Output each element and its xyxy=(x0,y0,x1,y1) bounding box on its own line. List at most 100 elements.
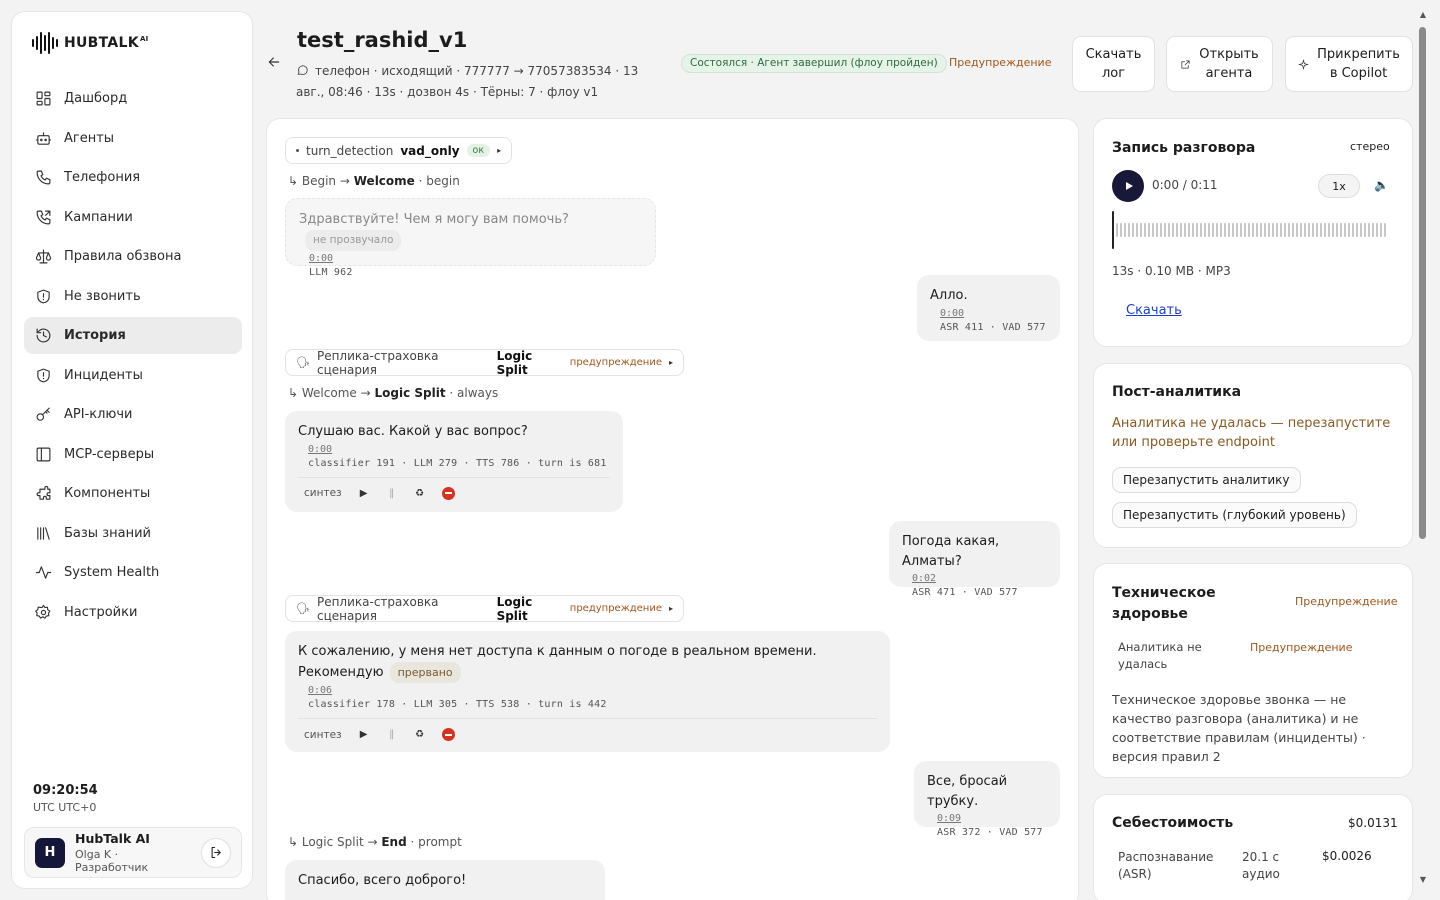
logout-button[interactable] xyxy=(201,837,231,868)
sidebar-item-history[interactable]: История xyxy=(24,317,242,354)
scroll-up-icon[interactable]: ▲ xyxy=(1418,10,1428,19)
waveform-bar xyxy=(1187,223,1190,237)
page-scrollbar[interactable]: ▲ ▼ xyxy=(1418,10,1428,890)
waveform-bar xyxy=(1287,223,1290,237)
message-timestamp[interactable]: 0:09 xyxy=(937,813,1047,824)
message-timestamp[interactable]: 0:02 xyxy=(912,573,1047,584)
message-timestamp[interactable]: 0:06 xyxy=(308,685,877,696)
waveform-bar xyxy=(1355,223,1358,237)
call-channel: телефон xyxy=(315,64,370,78)
waveform-bar xyxy=(1191,223,1194,237)
waveform-bar xyxy=(1235,223,1238,237)
attach-copilot-button[interactable]: Прикрепить в Copilot xyxy=(1285,36,1413,92)
sidebar-item-components[interactable]: Компоненты xyxy=(24,475,242,512)
logo[interactable]: HUBTALKAI xyxy=(32,32,149,54)
restart-analytics-button[interactable]: Перезапустить аналитику xyxy=(1112,467,1301,493)
restart-deep-analytics-button[interactable]: Перезапустить (глубокий уровень) xyxy=(1112,502,1357,528)
waveform-bar xyxy=(1179,223,1182,237)
message-text: Слушаю вас. Какой у вас вопрос? xyxy=(298,424,528,439)
open-agent-button[interactable]: Открыть агента xyxy=(1166,36,1273,92)
sidebar-item-agents[interactable]: Агенты xyxy=(24,120,242,157)
avatar: H xyxy=(35,837,65,868)
sidebar-item-dashboard[interactable]: Дашборд xyxy=(24,80,242,117)
waveform-bar xyxy=(1139,223,1142,237)
logic-split-row[interactable]: 🗣 Реплика-страховка сценария Logic Split… xyxy=(285,594,684,623)
sidebar-item-label: Кампании xyxy=(64,209,133,225)
shield-icon xyxy=(34,287,52,305)
turn-detection-value: vad_only xyxy=(400,143,460,158)
waveform-bar xyxy=(1379,223,1382,237)
back-button[interactable] xyxy=(266,54,284,72)
download-log-button[interactable]: Скачать лог xyxy=(1072,36,1155,92)
volume-icon[interactable]: 🔈 xyxy=(1374,178,1389,192)
waveform-bar xyxy=(1171,223,1174,237)
play-icon[interactable]: ▶ xyxy=(358,487,370,499)
activity-icon xyxy=(34,564,52,582)
waveform-bar xyxy=(1371,223,1374,237)
stop-icon[interactable] xyxy=(441,728,455,741)
turn-detection-row[interactable]: turn_detection vad_only ок ▸ xyxy=(285,137,513,164)
waveform-bar xyxy=(1299,223,1302,237)
bot-message: К сожалению, у меня нет доступа к данным… xyxy=(285,631,890,752)
warning-link[interactable]: Предупреждение xyxy=(949,56,1051,69)
sidebar-item-campaigns[interactable]: Кампании xyxy=(24,199,242,236)
sidebar-item-knowledge-bases[interactable]: Базы знаний xyxy=(24,515,242,552)
speed-button[interactable]: 1x xyxy=(1318,174,1360,198)
waveform-bar xyxy=(1275,223,1278,237)
waveform-bar xyxy=(1311,223,1314,237)
key-icon xyxy=(34,406,52,424)
sidebar-item-mcp-servers[interactable]: MCP-серверы xyxy=(24,436,242,473)
warning-tag: предупреждение xyxy=(569,603,662,614)
waveform-bar xyxy=(1207,223,1210,237)
message-metrics: ASR 471 · VAD 577 xyxy=(912,587,1018,598)
regenerate-icon[interactable]: ♻ xyxy=(414,729,426,741)
server-icon xyxy=(34,445,52,463)
bot-message: Слушаю вас. Какой у вас вопрос? 0:00 cla… xyxy=(285,411,623,512)
scroll-down-icon[interactable]: ▼ xyxy=(1418,875,1428,884)
sidebar-item-do-not-call[interactable]: Не звонить xyxy=(24,278,242,315)
scrollbar-thumb[interactable] xyxy=(1419,27,1426,539)
logout-icon xyxy=(211,846,221,859)
pause-icon[interactable]: ‖ xyxy=(386,487,398,499)
logo-wave-icon xyxy=(32,32,58,54)
waveform-bar xyxy=(1375,223,1378,237)
sidebar-item-incidents[interactable]: Инциденты xyxy=(24,357,242,394)
waveform-bar xyxy=(1383,223,1386,237)
sidebar-item-api-keys[interactable]: API-ключи xyxy=(24,396,242,433)
page-title: test_rashid_v1 xyxy=(297,28,468,52)
waveform[interactable] xyxy=(1112,211,1386,249)
call-meta: телефон · исходящий · 777777 → 770573835… xyxy=(296,62,668,102)
sidebar-item-label: System Health xyxy=(64,565,160,580)
waveform-bar xyxy=(1143,223,1146,237)
playhead[interactable] xyxy=(1112,211,1114,249)
sidebar-item-label: Инциденты xyxy=(64,367,143,383)
sidebar-item-settings[interactable]: Настройки xyxy=(24,594,242,631)
message-timestamp[interactable]: 0:00 xyxy=(940,308,1047,319)
waveform-bar xyxy=(1247,223,1250,237)
sidebar-item-label: История xyxy=(64,328,126,343)
split-label: Реплика-страховка сценария xyxy=(316,594,439,623)
regenerate-icon[interactable]: ♻ xyxy=(414,487,426,499)
waveform-bar xyxy=(1267,223,1270,237)
message-metrics: classifier 191 · LLM 279 · TTS 786 · tur… xyxy=(308,457,607,469)
gear-icon xyxy=(34,603,52,621)
logic-split-row[interactable]: 🗣 Реплика-страховка сценария Logic Split… xyxy=(285,349,684,377)
stop-icon[interactable] xyxy=(441,486,455,500)
split-value: Logic Split xyxy=(496,594,533,623)
sidebar-item-telephony[interactable]: Телефония xyxy=(24,159,242,196)
download-recording-link[interactable]: Скачать xyxy=(1126,303,1182,318)
button-label: Прикрепить xyxy=(1317,47,1400,62)
play-button[interactable] xyxy=(1112,170,1144,202)
tech-health-card: Техническое здоровье Предупреждение Анали… xyxy=(1093,563,1413,778)
sidebar-item-system-health[interactable]: System Health xyxy=(24,554,242,591)
message-timestamp[interactable]: 0:00 xyxy=(308,444,610,455)
warning-tag: предупреждение xyxy=(569,357,662,368)
message-timestamp[interactable]: 0:00 xyxy=(309,253,642,264)
waveform-bar xyxy=(1219,223,1222,237)
interrupted-tag: прервано xyxy=(389,661,461,683)
sidebar-item-dial-rules[interactable]: Правила обзвона xyxy=(24,238,242,275)
tech-health-title: Техническое здоровье xyxy=(1112,585,1216,622)
pause-icon[interactable]: ‖ xyxy=(386,729,398,741)
clock: 09:20:54 UTC UTC+0 xyxy=(33,783,98,814)
play-icon[interactable]: ▶ xyxy=(358,729,370,741)
